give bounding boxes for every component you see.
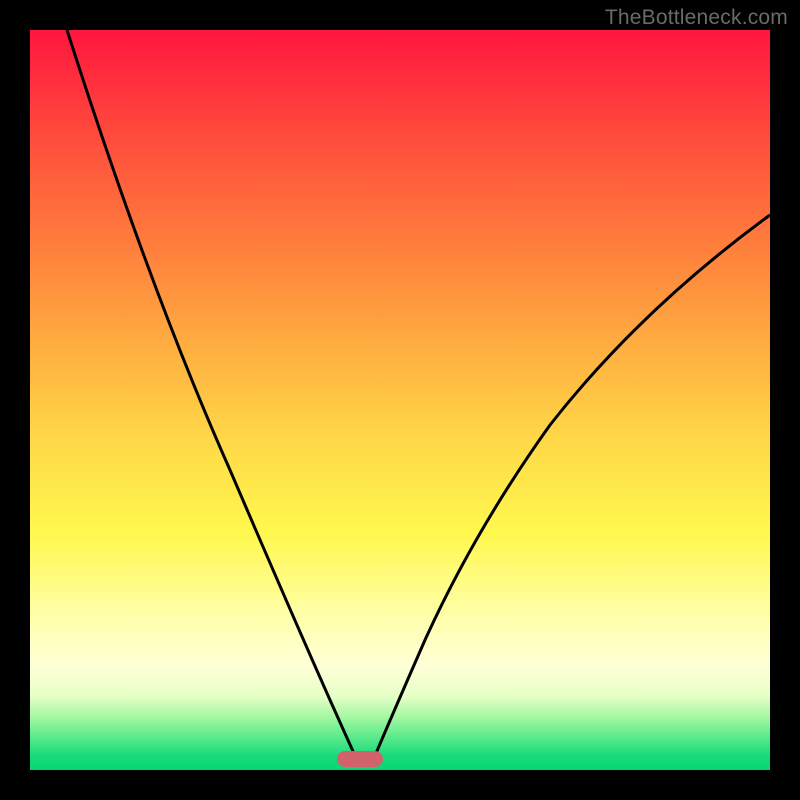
watermark-text: TheBottleneck.com <box>605 6 788 30</box>
right-branch-curve <box>374 215 770 758</box>
plot-area <box>30 30 770 770</box>
chart-frame: TheBottleneck.com <box>0 0 800 800</box>
curve-layer <box>30 30 770 770</box>
left-branch-curve <box>67 30 356 758</box>
minimum-marker <box>337 751 383 767</box>
